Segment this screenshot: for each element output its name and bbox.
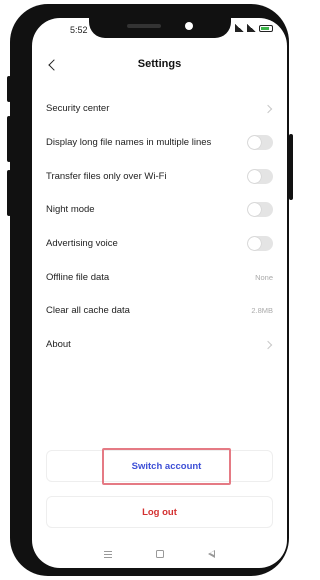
notch (89, 18, 231, 38)
battery-icon (259, 24, 273, 32)
settings-item-wifi-only: Transfer files only over Wi-Fi (32, 159, 287, 193)
settings-item-night-mode: Night mode (32, 193, 287, 227)
screen: 5:52 Settings Security center Display lo… (32, 18, 287, 568)
home-icon[interactable] (156, 550, 164, 558)
settings-item-security-center[interactable]: Security center (32, 92, 287, 126)
settings-item-label: About (46, 339, 71, 351)
settings-item-long-file-names: Display long file names in multiple line… (32, 126, 287, 160)
header: Settings (32, 50, 287, 80)
status-time: 5:52 (70, 25, 88, 35)
night-mode-toggle[interactable] (247, 202, 273, 218)
offline-file-data-value: None (255, 272, 273, 282)
advertising-voice-toggle[interactable] (247, 236, 273, 252)
settings-list: Security center Display long file names … (32, 92, 287, 362)
phone-side-button (289, 134, 293, 200)
long-file-names-toggle[interactable] (247, 135, 273, 151)
switch-account-button[interactable]: Switch account (102, 448, 231, 485)
settings-item-offline-file-data[interactable]: Offline file data None (32, 260, 287, 294)
camera (185, 22, 193, 30)
phone-frame: 5:52 Settings Security center Display lo… (10, 4, 289, 576)
log-out-button[interactable]: Log out (46, 496, 273, 528)
signal-icon (235, 24, 244, 32)
settings-item-label: Offline file data (46, 271, 110, 283)
settings-item-advertising-voice: Advertising voice (32, 227, 287, 261)
settings-item-clear-cache[interactable]: Clear all cache data 2.8MB (32, 294, 287, 328)
chevron-right-icon (263, 340, 273, 349)
wifi-only-toggle[interactable] (247, 168, 273, 184)
signal-icon (247, 24, 256, 32)
cache-size-value: 2.8MB (251, 306, 273, 316)
settings-item-label: Security center (46, 103, 110, 115)
chevron-right-icon (263, 104, 273, 114)
speaker (127, 24, 161, 28)
settings-item-about[interactable]: About (32, 328, 287, 362)
settings-item-label: Night mode (46, 204, 95, 216)
settings-item-label: Advertising voice (46, 238, 118, 250)
page-title: Settings (137, 58, 182, 70)
menu-icon[interactable] (104, 550, 112, 558)
back-triangle-icon[interactable] (208, 550, 215, 558)
settings-item-label: Transfer files only over Wi-Fi (46, 170, 167, 182)
status-icons (235, 24, 273, 32)
settings-item-label: Display long file names in multiple line… (46, 137, 212, 149)
navigation-bar (32, 540, 287, 568)
settings-item-label: Clear all cache data (46, 305, 130, 317)
